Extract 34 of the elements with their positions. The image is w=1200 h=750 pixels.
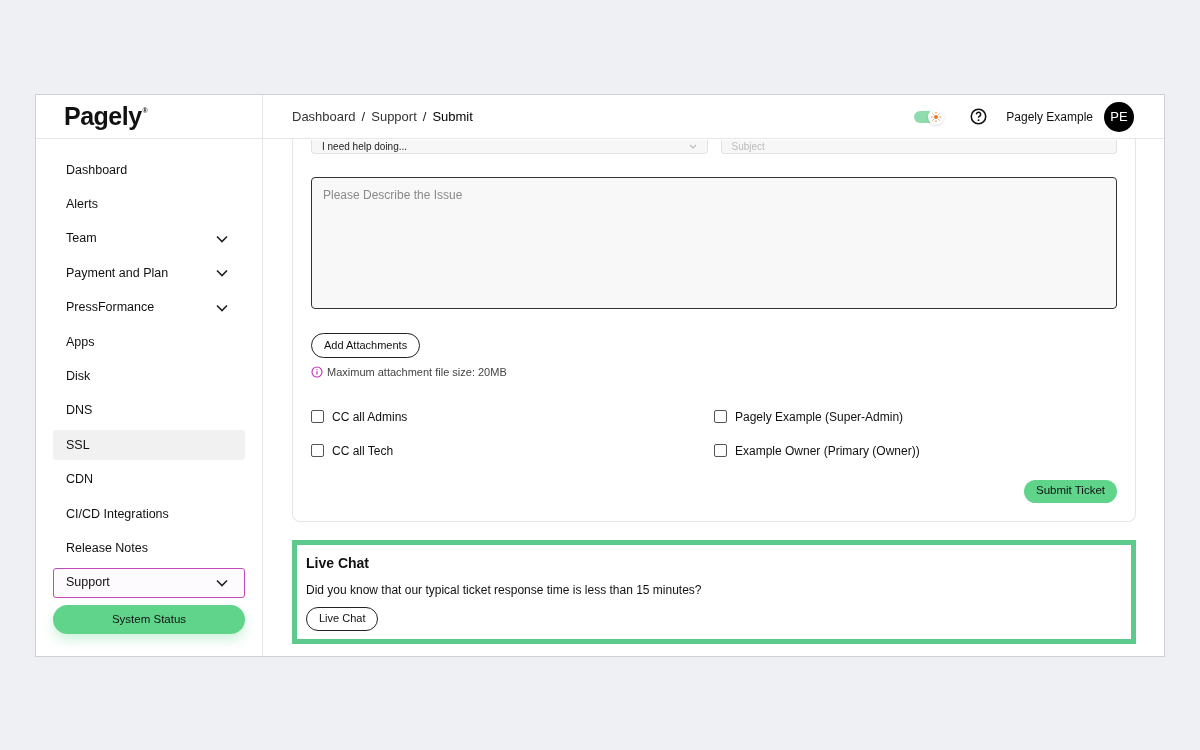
live-chat-title: Live Chat	[306, 553, 370, 573]
attachment-size-note: Maximum attachment file size: 20MB	[327, 365, 507, 380]
checkbox-label: CC all Admins	[332, 408, 408, 426]
live-chat-text: Did you know that our typical ticket response time is less than 15 minutes?	[306, 581, 703, 599]
chevron-down-icon	[216, 578, 228, 587]
checkbox[interactable]	[311, 410, 324, 423]
breadcrumb-separator: /	[361, 107, 366, 126]
chevron-down-icon	[688, 144, 697, 149]
user-name[interactable]: Pagely Example	[1006, 107, 1093, 126]
breadcrumb-separator: /	[422, 107, 427, 126]
chevron-down-icon	[216, 269, 228, 278]
breadcrumb-link[interactable]: Submit	[432, 106, 473, 127]
theme-toggle[interactable]	[914, 110, 943, 123]
description-field[interactable]: Please Describe the Issue	[311, 177, 1117, 309]
checkbox-label: Example Owner (Primary (Owner))	[735, 442, 920, 460]
checkbox-label: Pagely Example (Super-Admin)	[735, 408, 904, 426]
sidebar-item[interactable]: Support	[53, 567, 245, 598]
info-icon	[311, 366, 323, 379]
subject-field[interactable]: Subject	[720, 140, 1117, 154]
checkbox[interactable]	[714, 444, 727, 457]
chevron-down-icon	[216, 303, 228, 312]
topic-select[interactable]: I need help doing...	[311, 140, 708, 154]
system-status-button[interactable]: System Status	[53, 605, 245, 635]
breadcrumb-link[interactable]: Dashboard	[292, 106, 356, 127]
sun-icon	[931, 111, 942, 122]
checkbox[interactable]	[311, 444, 324, 457]
user-avatar[interactable]: PE	[1104, 101, 1134, 132]
sidebar-item[interactable]: SSL	[53, 430, 245, 461]
submit-ticket-button[interactable]: Submit Ticket	[1023, 479, 1117, 503]
chevron-down-icon	[216, 234, 228, 243]
checkbox[interactable]	[714, 410, 727, 423]
help-icon[interactable]	[970, 108, 988, 125]
checkbox-label: CC all Tech	[332, 442, 394, 460]
breadcrumb-link[interactable]: Support	[371, 106, 417, 127]
